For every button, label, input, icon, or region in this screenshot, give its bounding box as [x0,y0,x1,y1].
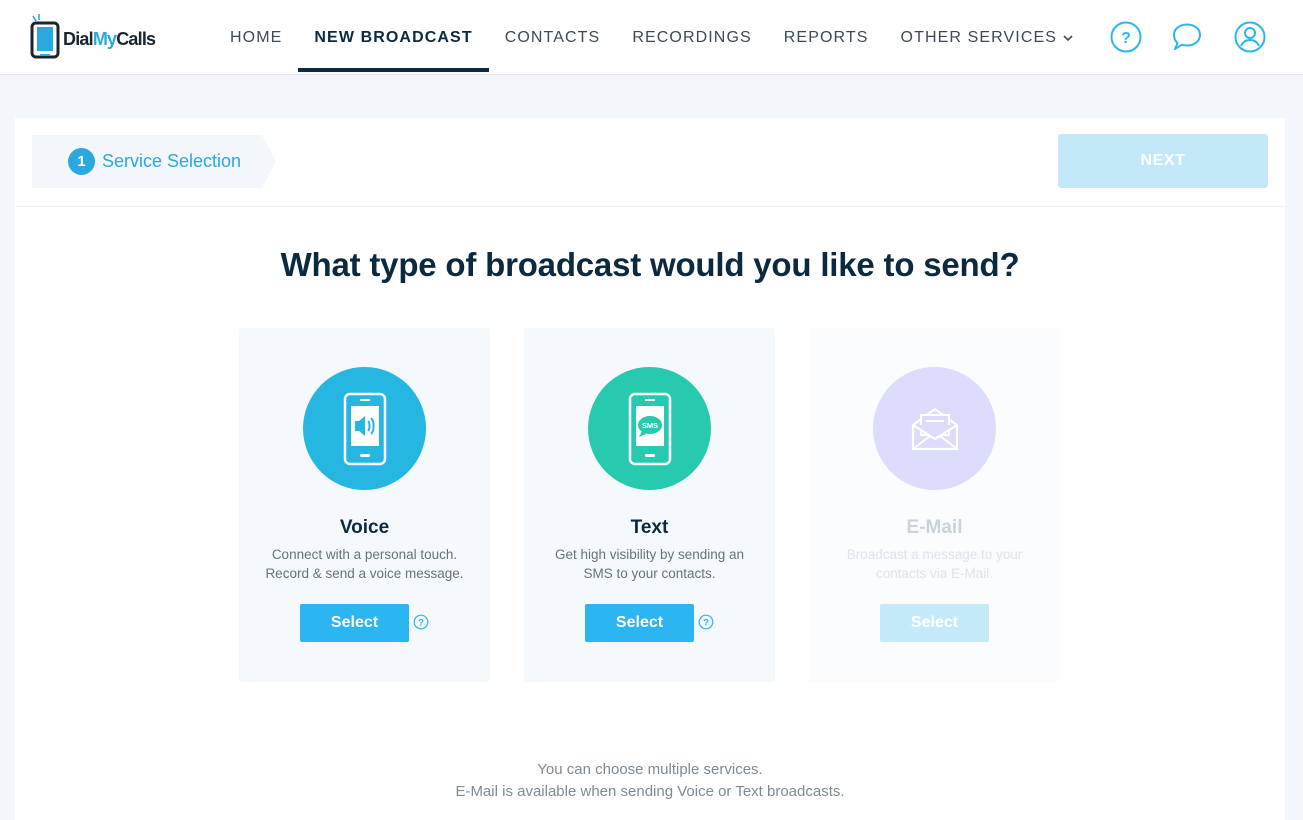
nav-home[interactable]: HOME [214,0,298,75]
service-card-text: SMS Text Get high visibility by sending … [524,328,775,682]
svg-text:?: ? [1121,30,1131,47]
select-text-button[interactable]: Select [585,604,694,642]
svg-text:SMS: SMS [641,421,657,430]
service-title: Voice [339,517,390,538]
svg-text:?: ? [703,618,709,629]
step-number-badge: 1 [68,148,95,175]
service-description: Get high visibility by sending an SMS to … [554,547,745,581]
logo-phone-icon [30,14,60,59]
dialmycalls-logo[interactable]: DialMyCalls [30,14,156,60]
select-voice-button[interactable]: Select [300,604,409,642]
service-card-email: E-Mail Broadcast a message to your contac… [809,328,1060,682]
voice-icon-circle [303,367,426,490]
svg-text:?: ? [418,618,424,629]
nav-reports[interactable]: REPORTS [768,0,885,75]
chevron-down-icon [1063,34,1073,41]
select-email-button[interactable]: Select [880,604,989,642]
phone-speaker-icon [343,392,386,465]
logo-wordmark: DialMyCalls [63,28,156,49]
envelope-icon [911,407,958,450]
text-icon-circle: SMS [588,367,711,490]
help-icon[interactable]: ? [413,614,429,630]
step-service-selection[interactable]: 1 Service Selection [32,135,276,188]
service-title: E-Mail [906,517,963,538]
email-icon-circle [873,367,996,490]
next-button[interactable]: NEXT [1058,134,1268,188]
nav-recordings[interactable]: RECORDINGS [616,0,767,75]
chat-icon[interactable] [1170,20,1204,54]
service-description: Connect with a personal touch. Record & s… [265,547,464,581]
service-description: Broadcast a message to your contacts via … [846,547,1023,581]
service-selection-note: You can choose multiple services. E-Mail … [455,761,845,800]
nav-other-services[interactable]: OTHER SERVICES [885,0,1089,75]
step-label: Service Selection [102,151,242,171]
help-icon[interactable]: ? [1109,20,1143,54]
main-nav: HOME NEW BROADCAST CONTACTS RECORDINGS R… [214,0,1089,75]
nav-new-broadcast[interactable]: NEW BROADCAST [298,0,490,75]
new-broadcast-panel: 1 Service Selection NEXT What type of br… [15,118,1285,820]
service-title: Text [630,517,669,538]
top-navigation-bar: DialMyCalls HOME NEW BROADCAST CONTACTS … [0,0,1303,75]
page-title: What type of broadcast would you like to… [280,246,1020,283]
nav-contacts[interactable]: CONTACTS [489,0,617,75]
service-card-voice: Voice Connect with a personal touch. Reco… [239,328,490,682]
help-icon[interactable]: ? [698,614,714,630]
user-account-icon[interactable] [1233,20,1267,54]
wizard-steps: 1 Service Selection NEXT [15,118,1285,207]
phone-sms-icon: SMS [628,392,671,465]
